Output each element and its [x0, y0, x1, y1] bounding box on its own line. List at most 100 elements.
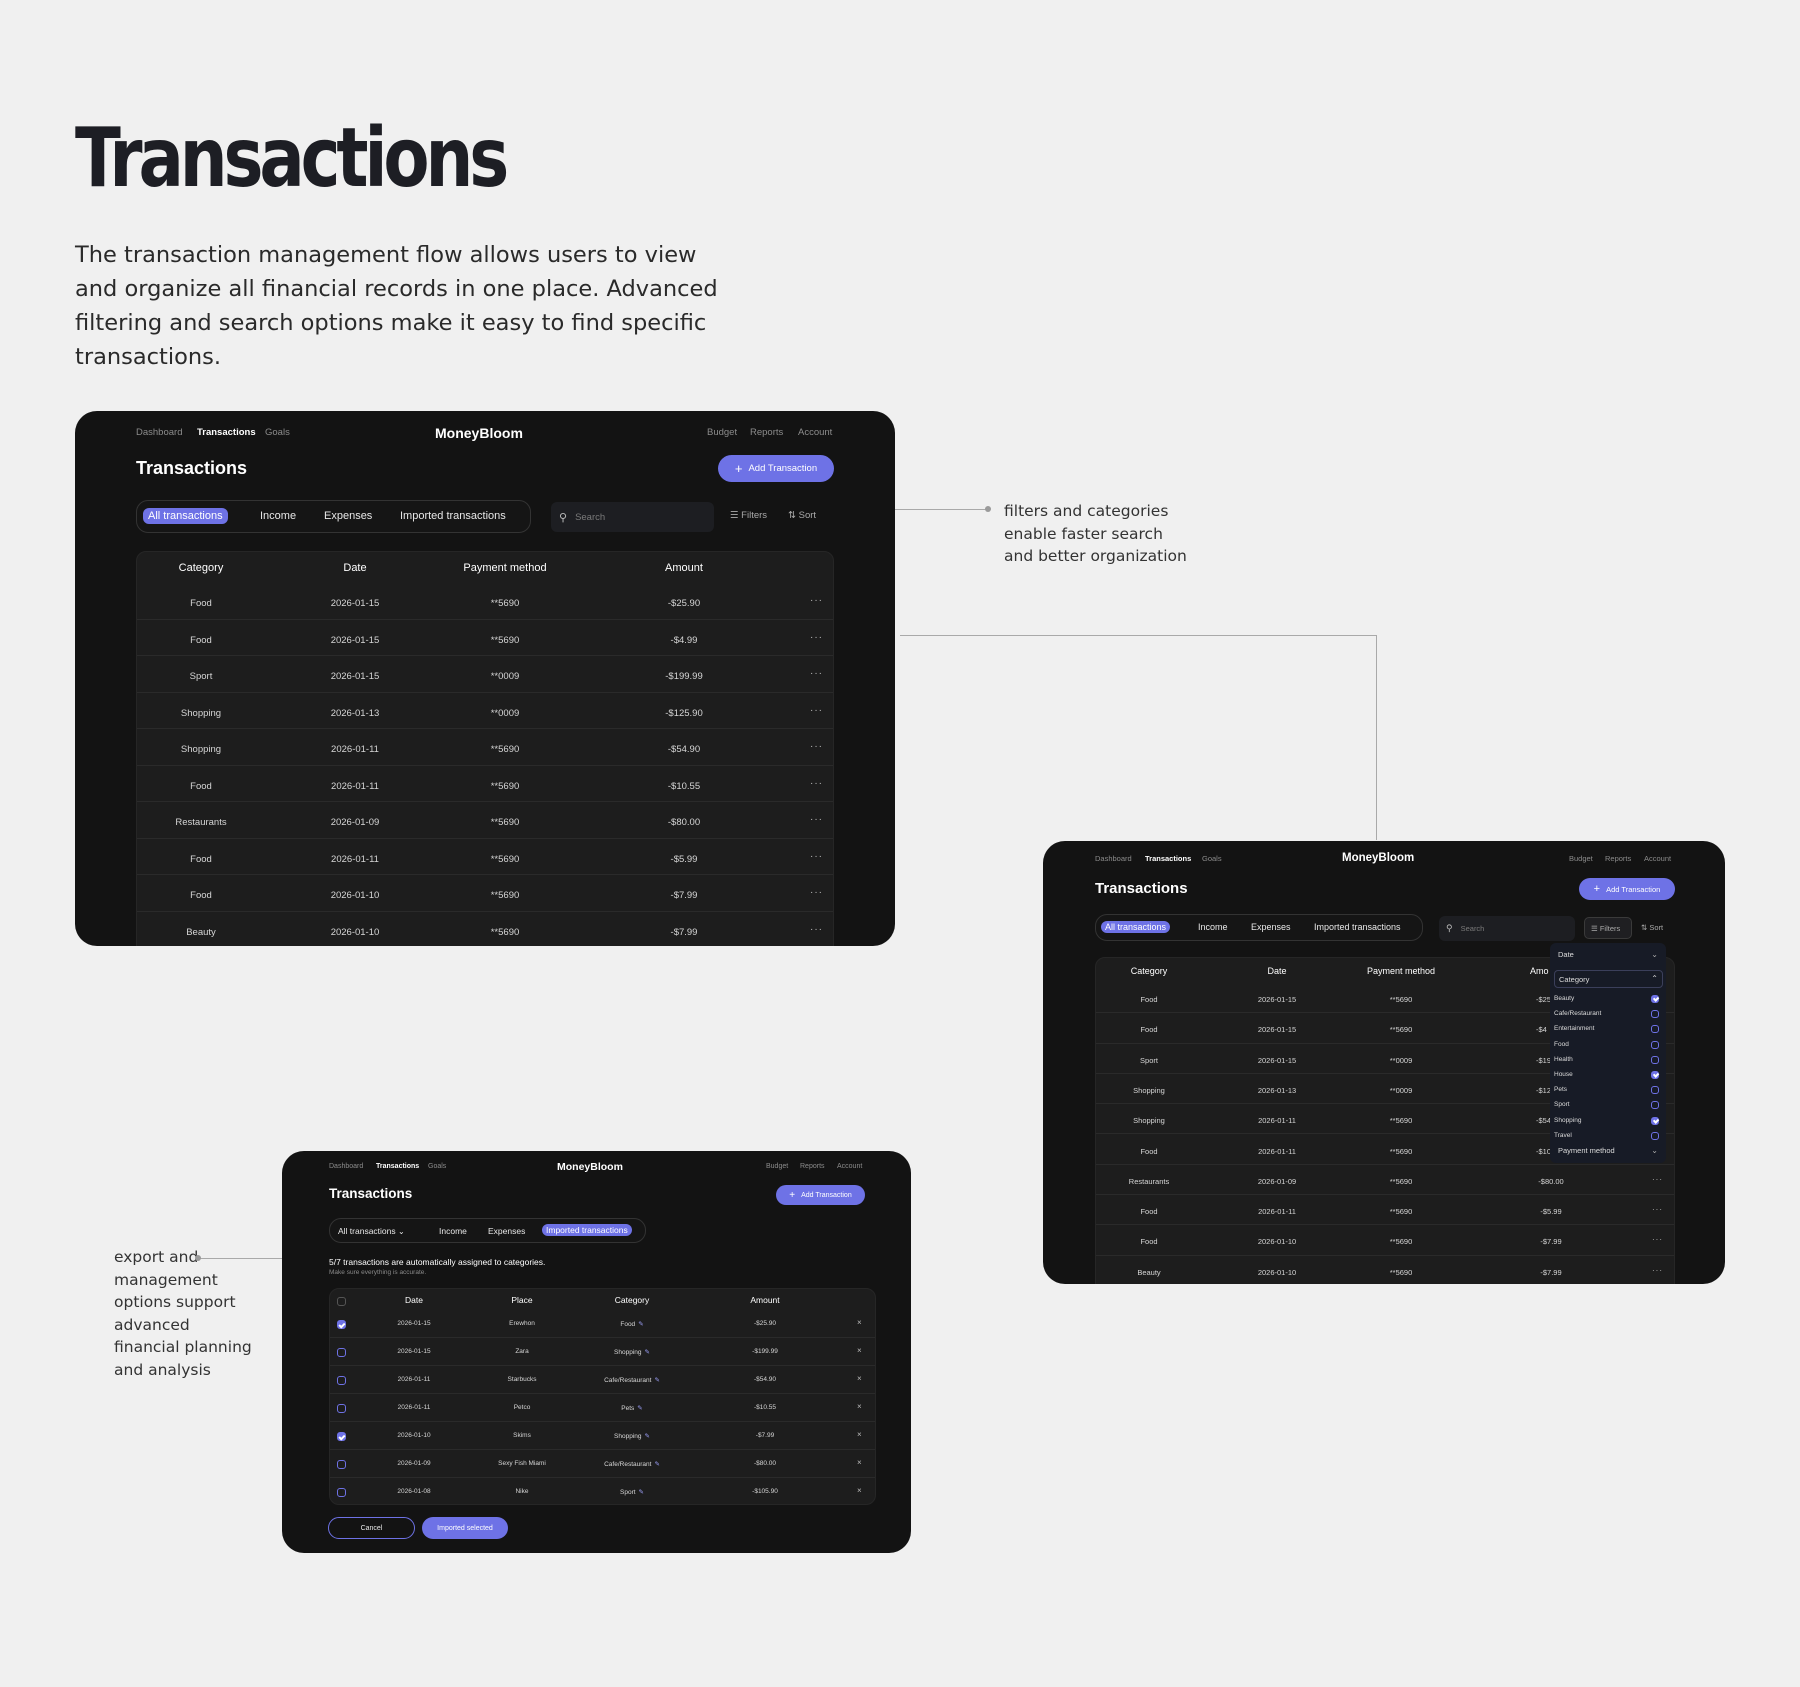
category-option[interactable]: Food: [1554, 1040, 1660, 1053]
nav-account[interactable]: Account: [798, 427, 832, 438]
search-input[interactable]: ⚲ Search: [1439, 916, 1575, 941]
category-checkbox[interactable]: [1651, 1055, 1659, 1064]
row-checkbox[interactable]: [337, 1376, 346, 1385]
nav-transactions[interactable]: Transactions: [376, 1163, 419, 1170]
brand-logo[interactable]: MoneyBloom: [1342, 852, 1414, 864]
more-options-icon[interactable]: ···: [810, 924, 823, 935]
nav-account[interactable]: Account: [1644, 854, 1671, 863]
column-header[interactable]: Date: [405, 1295, 423, 1305]
category-option[interactable]: Beauty: [1554, 995, 1660, 1007]
category-option[interactable]: Pets: [1554, 1086, 1660, 1098]
tab-all-transactions[interactable]: All transactions: [1101, 921, 1171, 933]
more-options-icon[interactable]: ···: [810, 851, 823, 862]
table-row[interactable]: Sport 2026-01-15 **0009 -$199.99 ···: [137, 656, 833, 693]
remove-icon[interactable]: ×: [857, 1486, 862, 1495]
table-row[interactable]: Food 2026-01-11 **5690 -$5.99 ···: [1096, 1195, 1674, 1226]
category-checkbox[interactable]: [1651, 1040, 1659, 1049]
edit-icon[interactable]: ✎: [654, 1377, 659, 1384]
more-options-icon[interactable]: ···: [810, 668, 823, 679]
more-options-icon[interactable]: ···: [1652, 1235, 1663, 1244]
table-row[interactable]: Beauty 2026-01-10 **5690 -$7.99 ···: [1096, 1256, 1674, 1284]
row-checkbox[interactable]: [337, 1432, 346, 1441]
table-row[interactable]: 2026-01-08 Nike Sport ✎ -$105.90 ×: [330, 1478, 875, 1504]
table-row[interactable]: Food 2026-01-15 **5690 -$4.99 ···: [137, 620, 833, 656]
category-cell[interactable]: Cafe/Restaurant ✎: [604, 1376, 660, 1384]
more-options-icon[interactable]: ···: [810, 595, 823, 606]
select-all-checkbox[interactable]: [337, 1297, 346, 1306]
table-row[interactable]: Food 2026-01-11 **5690 -$10.55 ···: [137, 766, 833, 802]
nav-account[interactable]: Account: [837, 1163, 862, 1170]
remove-icon[interactable]: ×: [857, 1318, 862, 1327]
column-header[interactable]: Category: [1131, 966, 1168, 976]
category-checkbox[interactable]: [1651, 1116, 1659, 1125]
category-filter[interactable]: Category ⌃: [1554, 970, 1663, 988]
nav-goals[interactable]: Goals: [265, 427, 290, 438]
more-options-icon[interactable]: ···: [810, 705, 823, 716]
search-input[interactable]: ⚲ Search: [551, 502, 714, 532]
category-cell[interactable]: Shopping ✎: [614, 1348, 650, 1356]
edit-icon[interactable]: ✎: [639, 1489, 644, 1496]
table-row[interactable]: Shopping 2026-01-11 **5690 -$54.90 ···: [137, 729, 833, 766]
category-checkbox[interactable]: [1651, 1010, 1659, 1019]
tab-imported[interactable]: Imported transactions: [1314, 922, 1401, 932]
table-row[interactable]: Restaurants 2026-01-09 **5690 -$80.00 ···: [1096, 1165, 1674, 1196]
category-option[interactable]: Health: [1554, 1055, 1660, 1068]
table-row[interactable]: Beauty 2026-01-10 **5690 -$7.99 ···: [137, 912, 833, 947]
column-header[interactable]: Payment method: [1367, 966, 1435, 976]
tab-income[interactable]: Income: [260, 510, 296, 522]
nav-budget[interactable]: Budget: [766, 1163, 788, 1170]
tab-expenses[interactable]: Expenses: [488, 1226, 525, 1236]
nav-budget[interactable]: Budget: [1569, 854, 1593, 863]
category-cell[interactable]: Sport ✎: [620, 1488, 644, 1496]
column-header[interactable]: Payment method: [463, 562, 546, 574]
category-cell[interactable]: Shopping ✎: [614, 1432, 650, 1440]
remove-icon[interactable]: ×: [857, 1430, 862, 1439]
table-row[interactable]: 2026-01-11 Petco Pets ✎ -$10.55 ×: [330, 1394, 875, 1422]
table-row[interactable]: 2026-01-11 Starbucks Cafe/Restaurant ✎ -$54.…: [330, 1366, 875, 1394]
nav-reports[interactable]: Reports: [800, 1163, 825, 1170]
nav-transactions[interactable]: Transactions: [1145, 854, 1191, 863]
tab-all-transactions-dropdown[interactable]: All transactions ⌄: [338, 1226, 405, 1236]
nav-transactions[interactable]: Transactions: [197, 427, 256, 438]
table-row[interactable]: 2026-01-15 Erewhon Food ✎ -$25.90 ×: [330, 1310, 875, 1338]
sort-button[interactable]: ⇅ Sort: [1641, 923, 1663, 932]
tab-expenses[interactable]: Expenses: [1251, 922, 1291, 932]
payment-method-filter[interactable]: Payment method ⌄: [1558, 1146, 1658, 1155]
column-header[interactable]: Category: [179, 562, 224, 574]
table-row[interactable]: 2026-01-15 Zara Shopping ✎ -$199.99 ×: [330, 1338, 875, 1366]
more-options-icon[interactable]: ···: [1652, 1266, 1663, 1275]
nav-goals[interactable]: Goals: [1202, 854, 1222, 863]
nav-reports[interactable]: Reports: [1605, 854, 1631, 863]
category-cell[interactable]: Cafe/Restaurant ✎: [604, 1460, 660, 1468]
more-options-icon[interactable]: ···: [810, 887, 823, 898]
table-row[interactable]: Food 2026-01-10 **5690 -$7.99 ···: [137, 875, 833, 912]
category-option[interactable]: Shopping: [1554, 1116, 1660, 1129]
edit-icon[interactable]: ✎: [645, 1433, 650, 1440]
category-checkbox[interactable]: [1651, 1131, 1659, 1140]
table-row[interactable]: 2026-01-09 Sexy Fish Miami Cafe/Restaurant…: [330, 1450, 875, 1478]
column-header[interactable]: Amount: [665, 562, 703, 574]
table-row[interactable]: Food 2026-01-11 **5690 -$5.99 ···: [137, 839, 833, 875]
nav-reports[interactable]: Reports: [750, 427, 783, 438]
remove-icon[interactable]: ×: [857, 1402, 862, 1411]
table-row[interactable]: Food 2026-01-15 **5690 -$25.90 ···: [137, 583, 833, 620]
column-header[interactable]: Amo: [1530, 966, 1549, 976]
category-cell[interactable]: Food ✎: [620, 1320, 643, 1328]
add-transaction-button[interactable]: + Add Transaction: [1579, 878, 1675, 900]
row-checkbox[interactable]: [337, 1488, 346, 1497]
brand-logo[interactable]: MoneyBloom: [435, 425, 523, 441]
cancel-button[interactable]: Cancel: [328, 1517, 415, 1539]
category-option[interactable]: Sport: [1554, 1101, 1660, 1113]
remove-icon[interactable]: ×: [857, 1458, 862, 1467]
nav-budget[interactable]: Budget: [707, 427, 737, 438]
category-option[interactable]: House: [1554, 1071, 1660, 1083]
tab-imported[interactable]: Imported transactions: [542, 1224, 632, 1236]
remove-icon[interactable]: ×: [857, 1374, 862, 1383]
more-options-icon[interactable]: ···: [810, 778, 823, 789]
column-header[interactable]: Date: [1267, 966, 1286, 976]
category-checkbox[interactable]: [1651, 1086, 1659, 1095]
column-header[interactable]: Amount: [750, 1295, 779, 1305]
filters-button[interactable]: ☰ Filters: [730, 510, 767, 521]
more-options-icon[interactable]: ···: [810, 814, 823, 825]
table-row[interactable]: Shopping 2026-01-13 **0009 -$125.90 ···: [137, 693, 833, 729]
